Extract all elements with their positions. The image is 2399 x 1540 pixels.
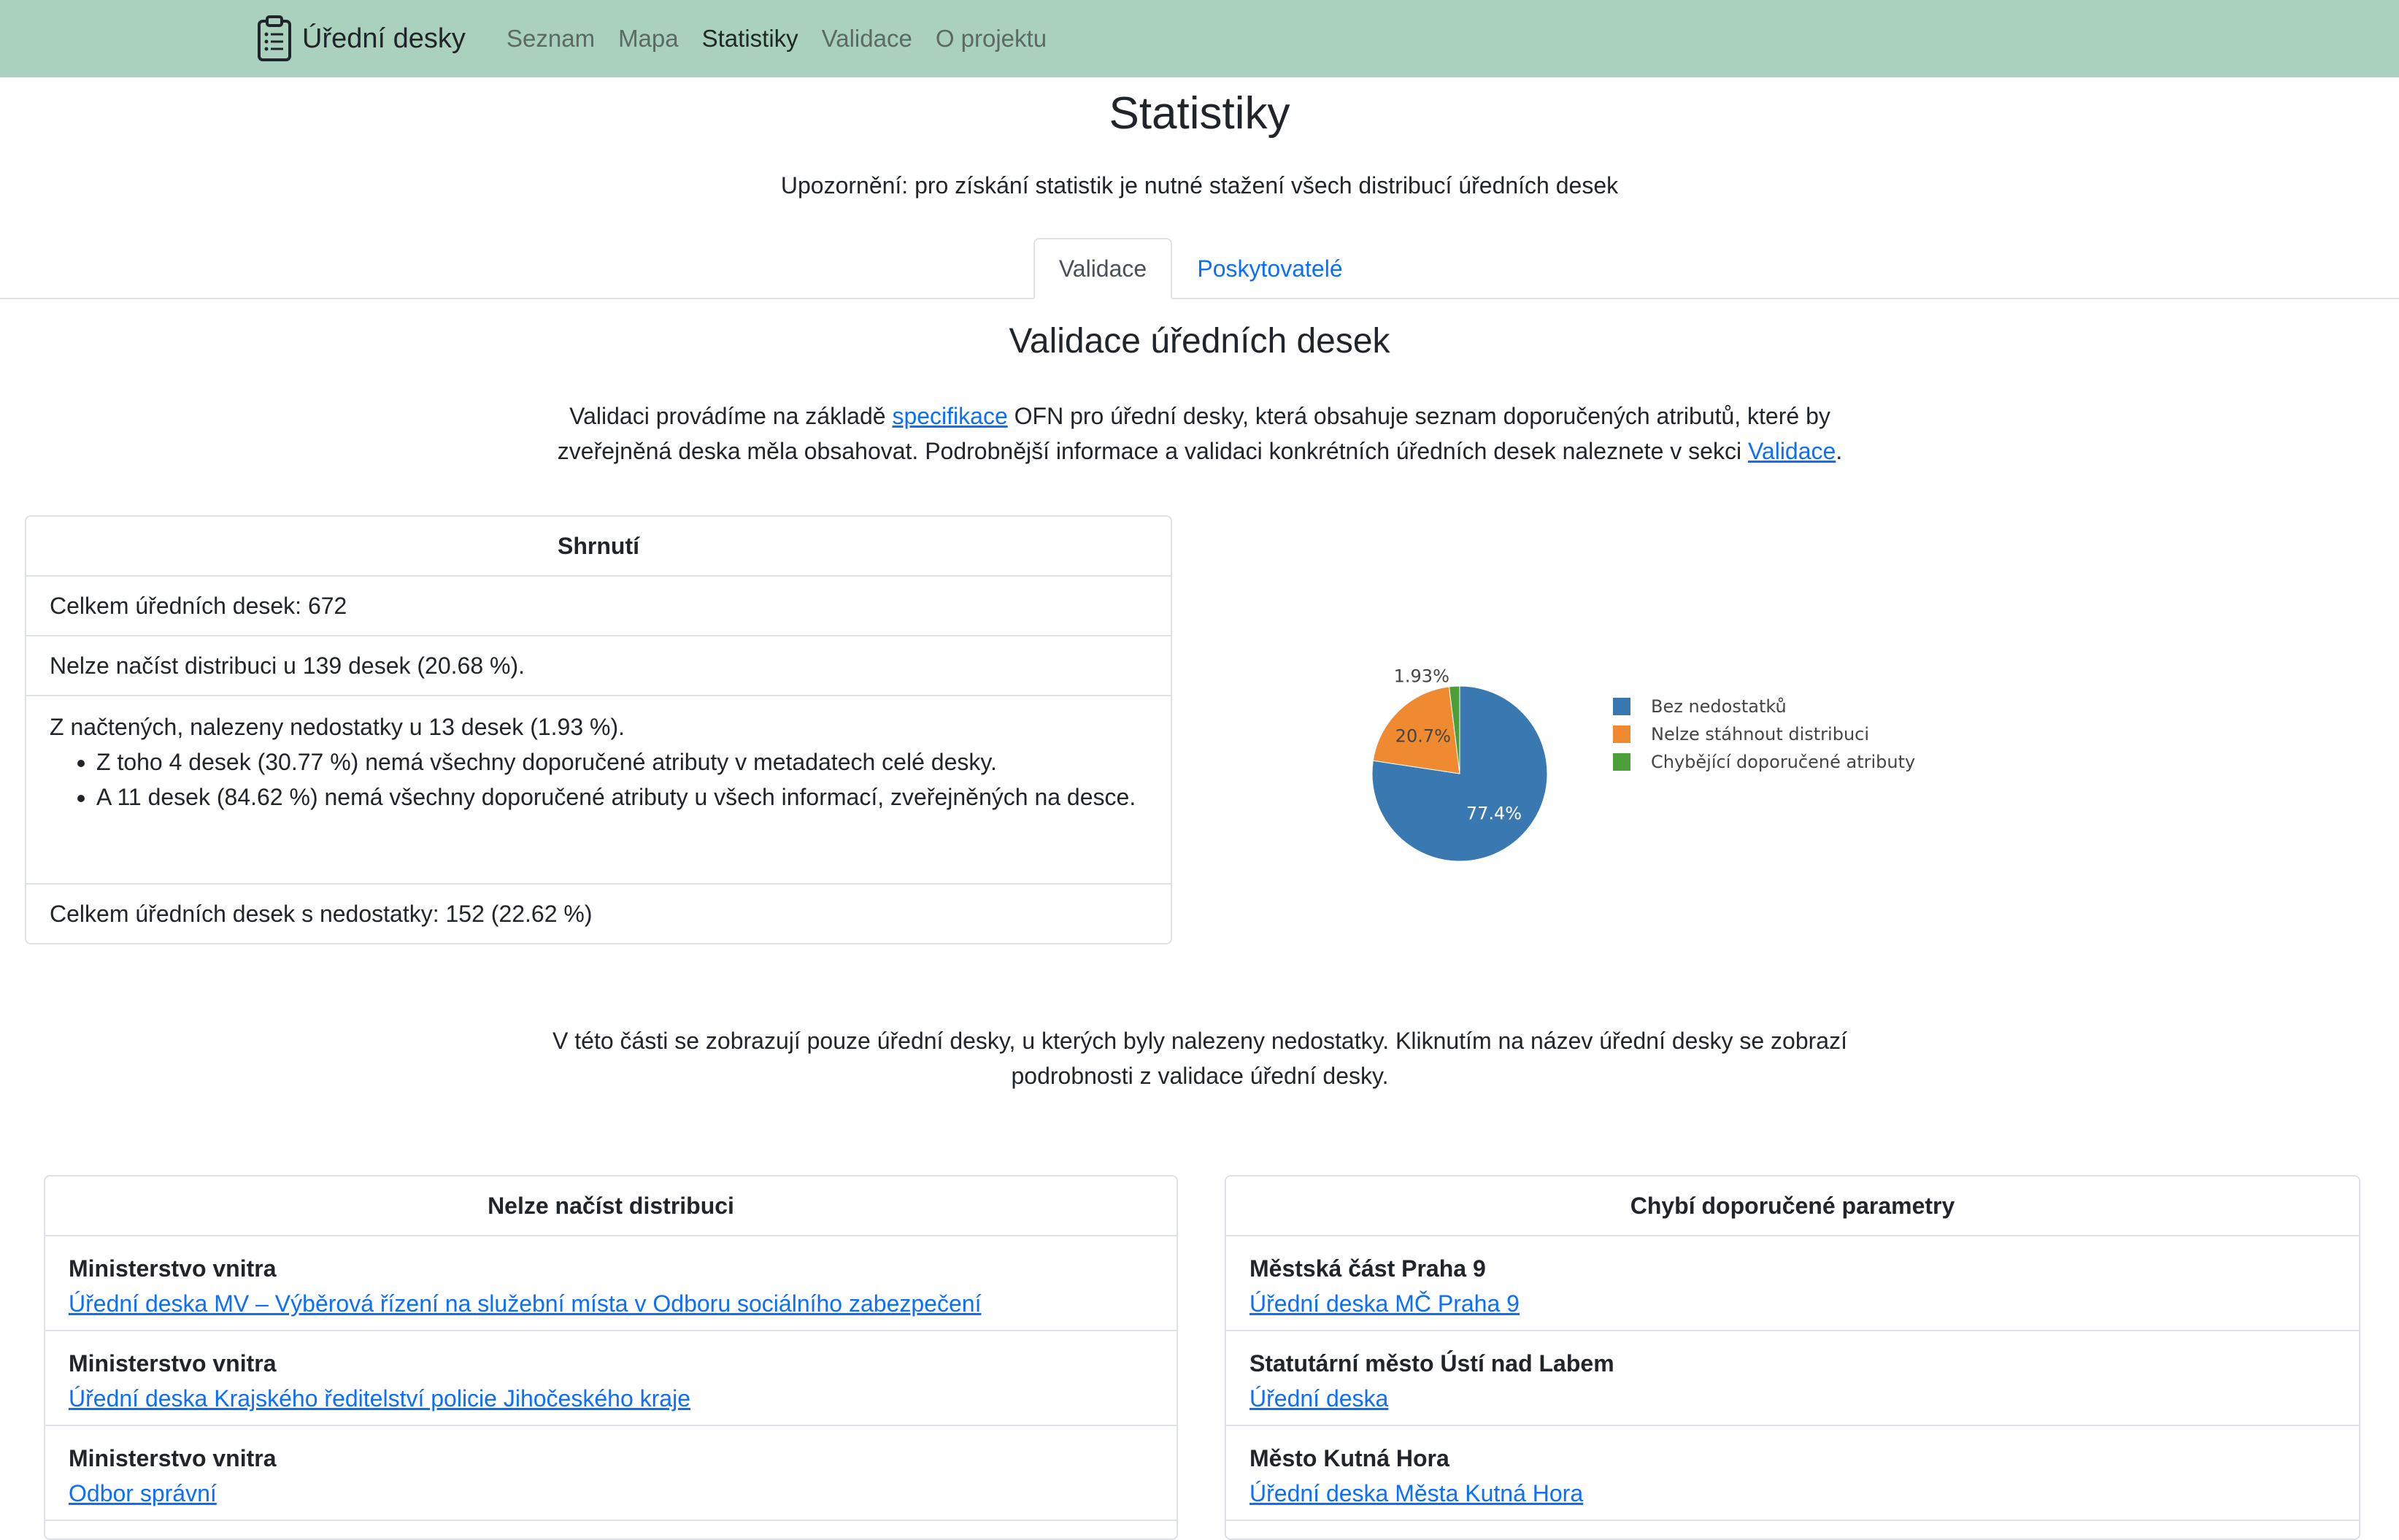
summary-total-issues: Celkem úředních desek s nedostatky: 152 … [50, 900, 593, 927]
intro-text-1: Validaci provádíme na základě [569, 403, 893, 429]
list-item: Město Kutná Hora Úřední deska Města Kutn… [1226, 1426, 2359, 1521]
summary-bullet: A 11 desek (84.62 %) nemá všechny doporu… [96, 779, 1136, 815]
list-item: Ministerstvo vnitra Úřední deska MV – Vý… [45, 1236, 1177, 1331]
legend-swatch-1[interactable] [1613, 725, 1630, 743]
summary-total: Celkem úředních desek: 672 [26, 577, 1171, 636]
legend-swatch-0[interactable] [1613, 698, 1630, 715]
intro-text-3: . [1836, 438, 1843, 464]
tab-poskytovatele[interactable]: Poskytovatelé [1184, 238, 1356, 299]
navbar: Úřední desky Seznam Mapa Statistiky Vali… [0, 0, 2399, 77]
pie-label-2: 1.93% [1394, 666, 1449, 686]
list-item-link[interactable]: Úřední deska MČ Praha 9 [1249, 1286, 1520, 1321]
summary-cannot-load: Nelze načíst distribuci u 139 desek (20.… [26, 636, 1171, 696]
list-item-org: Ministerstvo vnitra [69, 1350, 277, 1377]
brand[interactable]: Úřední desky [257, 13, 466, 64]
missing-params-list: Chybí doporučené parametry Městská část … [1225, 1175, 2360, 1540]
list-item-org: Ministerstvo vnitra [69, 1445, 277, 1471]
summary-bullet: Z toho 4 desek (30.77 %) nemá všechny do… [96, 744, 1136, 779]
summary-card: Shrnutí Celkem úředních desek: 672 Nelze… [25, 515, 1172, 944]
list-item-link[interactable]: Odbor správní [69, 1476, 217, 1511]
list-item-link[interactable]: Úřední deska MV – Výběrová řízení na slu… [69, 1286, 981, 1321]
nav-o-projektu[interactable]: O projektu [936, 25, 1047, 53]
tab-validace[interactable]: Validace [1033, 238, 1172, 299]
stats-notice: Upozornění: pro získání statistik je nut… [780, 172, 1619, 199]
pie-label-1: 20.7% [1395, 725, 1451, 746]
summary-loaded-issues: Z načtených, nalezeny nedostatky u 13 de… [26, 696, 1171, 885]
pie-chart-svg: 77.4% 20.7% 1.93% Bez nedostatků Nelze stáhn… [1371, 666, 1915, 862]
list-item-org: Město Kutná Hora [1249, 1445, 1449, 1471]
cannot-load-header: Nelze načíst distribuci [45, 1177, 1177, 1236]
nav-validace[interactable]: Validace [822, 25, 912, 53]
list-item-link[interactable]: Úřední deska Krajského ředitelství polic… [69, 1381, 690, 1416]
nav-mapa[interactable]: Mapa [618, 25, 679, 53]
cannot-load-list: Nelze načíst distribuci Ministerstvo vni… [44, 1175, 1178, 1540]
page-title: Statistiky [1109, 88, 1290, 139]
nav-statistiky[interactable]: Statistiky [702, 25, 798, 53]
list-item: Statutární město Ústí nad Labem Úřední d… [1226, 1331, 2359, 1426]
list-item-link[interactable]: Úřední deska Města Kutná Hora [1249, 1476, 1583, 1511]
legend-label-2[interactable]: Chybějící doporučené atributy [1651, 752, 1915, 772]
missing-params-header: Chybí doporučené parametry [1226, 1177, 2359, 1236]
list-item-org: Městská část Praha 9 [1249, 1255, 1486, 1282]
legend-label-1[interactable]: Nelze stáhnout distribuci [1651, 724, 1869, 744]
clipboard-icon [258, 15, 291, 61]
brand-label: Úřední desky [302, 23, 466, 54]
list-item: Ministerstvo vnitra Odbor správní [45, 1426, 1177, 1521]
summary-bullets: Z toho 4 desek (30.77 %) nemá všechny do… [73, 744, 1136, 815]
section-title: Validace úředních desek [1009, 322, 1390, 361]
validation-intro: Validaci provádíme na základě specifikac… [511, 399, 1889, 469]
list-item-link[interactable]: Úřední deska [1249, 1381, 1388, 1416]
legend-swatch-2[interactable] [1613, 753, 1630, 771]
nav-links: Seznam Mapa Statistiky Validace O projek… [507, 0, 1047, 77]
summary-loaded-issues-text: Z načtených, nalezeny nedostatky u 13 de… [50, 714, 625, 740]
legend-label-0[interactable]: Bez nedostatků [1651, 696, 1787, 717]
validace-link[interactable]: Validace [1748, 438, 1836, 464]
pie-chart: 77.4% 20.7% 1.93% Bez nedostatků Nelze stáhn… [1299, 666, 1956, 876]
list-item-org: Ministerstvo vnitra [69, 1255, 277, 1282]
list-item: Městská část Praha 9 Úřední deska MČ Pra… [1226, 1236, 2359, 1331]
list-item-org: Statutární město Ústí nad Labem [1249, 1350, 1614, 1377]
nav-seznam[interactable]: Seznam [507, 25, 595, 53]
pie-label-0: 77.4% [1466, 804, 1522, 824]
specifikace-link[interactable]: specifikace [892, 403, 1007, 429]
issues-description: V této části se zobrazují pouze úřední d… [552, 1028, 1847, 1089]
list-item: Ministerstvo vnitra Úřední deska Krajské… [45, 1331, 1177, 1426]
summary-header: Shrnutí [26, 517, 1171, 577]
